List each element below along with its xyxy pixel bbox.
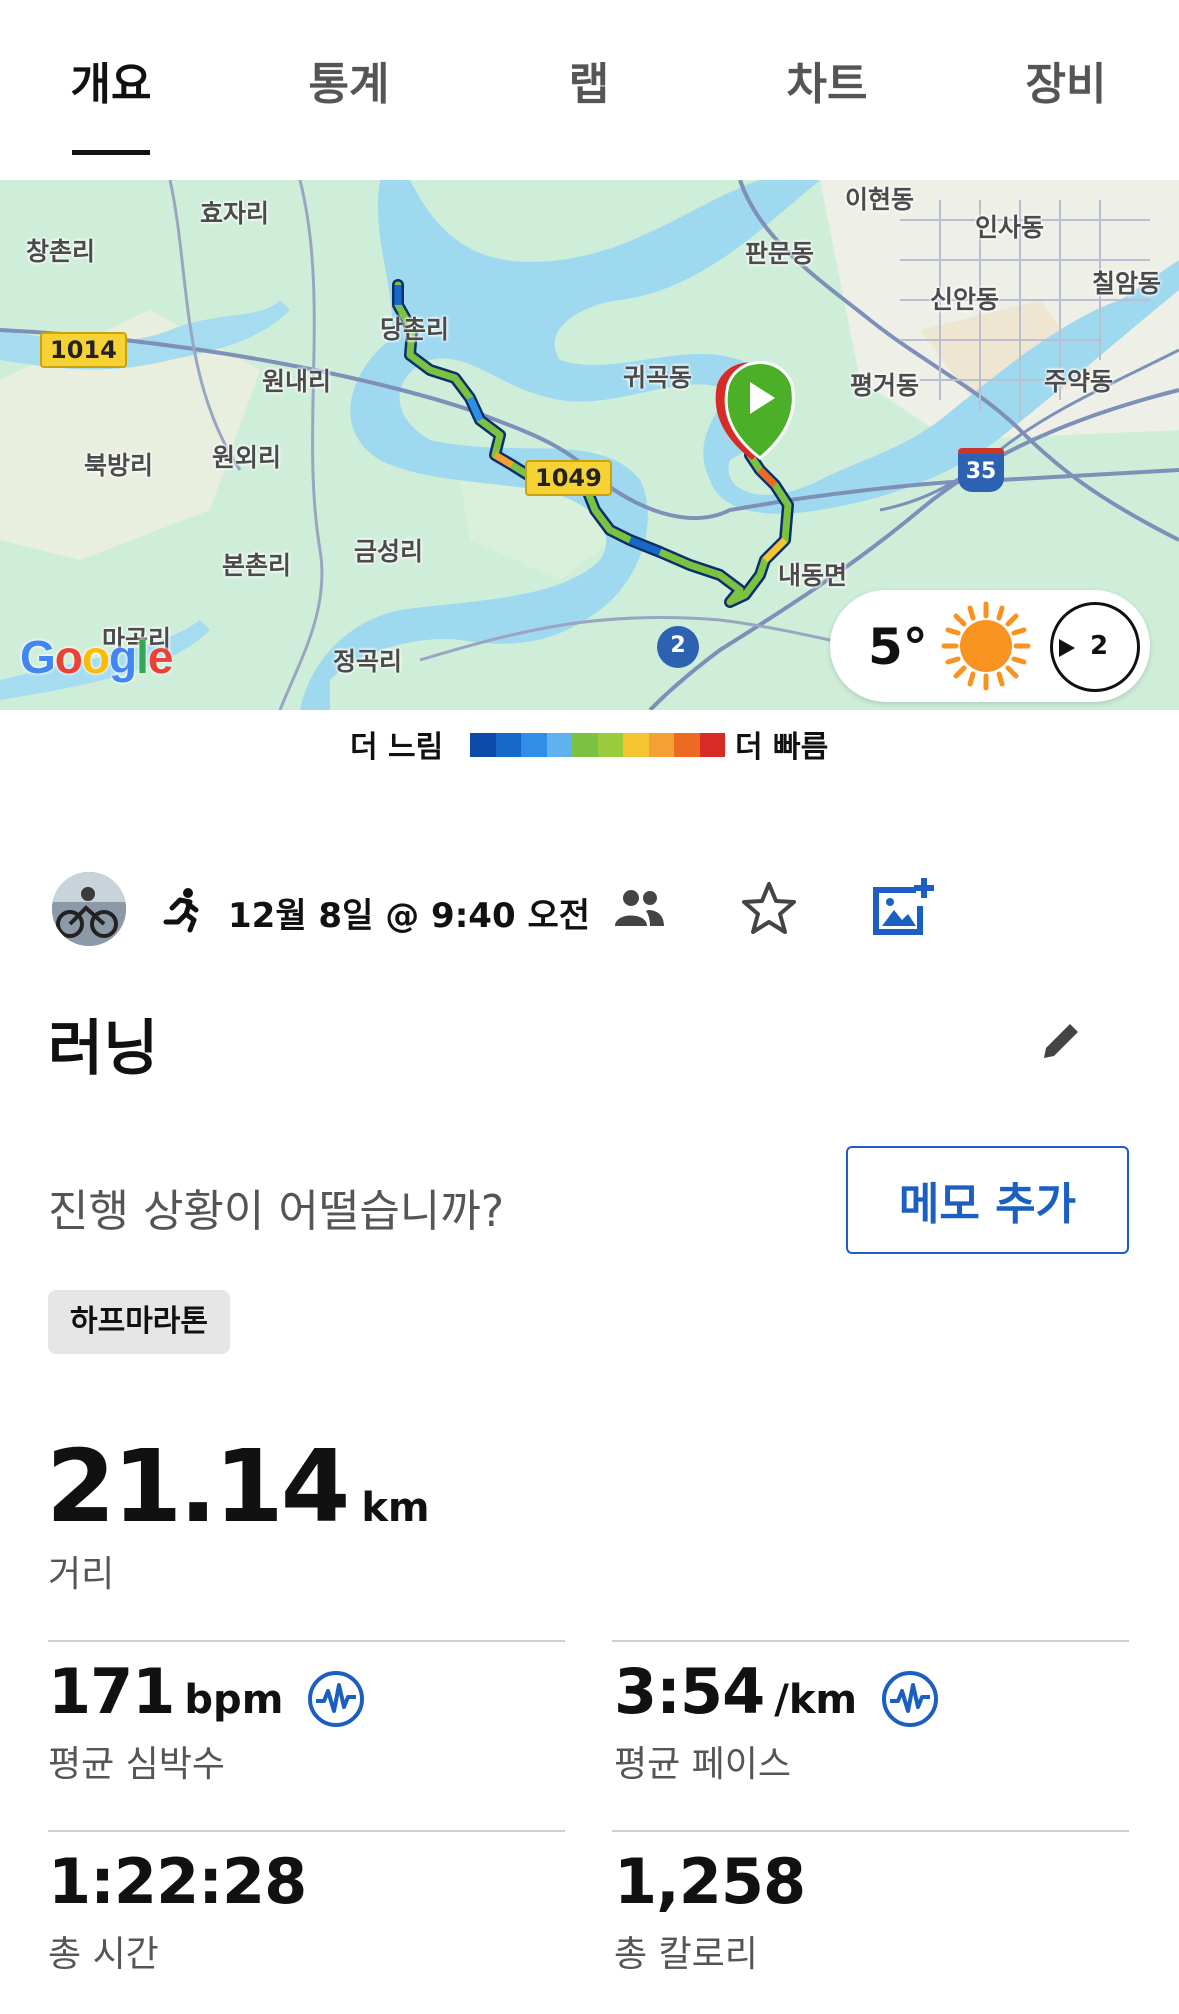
sun-icon [941, 601, 1031, 691]
map-place-label: 주약동 [1044, 367, 1114, 396]
running-icon [163, 888, 199, 933]
map-place-label: 평거동 [850, 371, 920, 400]
people-icon[interactable] [612, 888, 666, 928]
road-badge: 1049 [525, 460, 612, 496]
map-place-label: 칠암동 [1092, 269, 1162, 298]
avg-heart-rate: 171 bpm [48, 1655, 366, 1739]
legend-swatch [546, 733, 572, 757]
edit-icon[interactable] [1040, 1018, 1084, 1062]
legend-swatch [470, 733, 496, 757]
avg-pace-label: 평균 페이스 [614, 1744, 792, 1785]
route-map[interactable]: 이현동 인사동 칠암동 효자리 창촌리 판문동 신안동 당촌리 원내리 귀곡동 … [0, 180, 1179, 710]
map-place-label: 효자리 [200, 199, 270, 228]
pace-legend: 더 느림 더 빠름 [0, 722, 1179, 766]
map-place-label: 본촌리 [222, 551, 292, 580]
avg-heart-rate-label: 평균 심박수 [48, 1744, 226, 1785]
legend-fast-label: 더 빠름 [735, 730, 829, 765]
wind-icon: 2 [1050, 602, 1140, 692]
total-time-value: 1:22:28 [48, 1845, 307, 1918]
star-icon[interactable] [740, 880, 798, 938]
legend-swatch [521, 733, 547, 757]
weather-pill: 5° 2 [830, 590, 1150, 702]
heart-rate-info-icon[interactable] [306, 1669, 366, 1729]
map-place-label: 귀곡동 [623, 363, 693, 392]
wind-speed: 2 [1089, 631, 1109, 661]
legend-swatch [674, 733, 700, 757]
active-tab-indicator [72, 150, 150, 155]
total-time: 1:22:28 [48, 1845, 307, 1918]
add-photo-icon[interactable] [870, 876, 934, 940]
distance-label: 거리 [48, 1554, 115, 1595]
legend-slow-label: 더 느림 [350, 730, 444, 765]
activity-title: 러닝 [48, 1014, 159, 1084]
total-time-label: 총 시간 [48, 1934, 159, 1975]
avg-heart-rate-unit: bpm [184, 1677, 284, 1723]
tab-charts[interactable]: 차트 [787, 48, 868, 112]
activity-date: 12월 8일 @ 9:40 오전 [228, 896, 591, 936]
map-place-label: 금성리 [354, 537, 424, 566]
map-place-label: 정곡리 [333, 647, 403, 676]
map-place-label: 신안동 [930, 285, 1000, 314]
highway-shield: 35 [958, 448, 1004, 492]
distance-value: 21.14 km [46, 1428, 430, 1545]
map-place-label: 판문동 [745, 239, 815, 268]
tab-stats[interactable]: 통계 [309, 48, 390, 112]
map-place-label: 원내리 [262, 367, 332, 396]
map-place-label: 인사동 [975, 213, 1045, 242]
distance-unit: km [361, 1485, 430, 1531]
map-place-label: 내동면 [778, 561, 848, 590]
progress-prompt: 진행 상황이 어떨습니까? [48, 1186, 505, 1237]
divider [612, 1640, 1129, 1642]
highway-shield: 2 [657, 626, 699, 668]
pace-info-icon[interactable] [880, 1669, 940, 1729]
legend-swatch [699, 733, 725, 757]
tab-laps[interactable]: 랩 [569, 48, 609, 112]
total-calories-value: 1,258 [614, 1845, 806, 1918]
add-memo-button[interactable]: 메모 추가 [846, 1146, 1129, 1254]
tab-bar: 개요 통계 랩 차트 장비 [0, 0, 1179, 178]
tab-overview[interactable]: 개요 [71, 48, 152, 112]
road-badge: 1014 [40, 332, 127, 368]
avg-heart-rate-value: 171 [48, 1655, 175, 1728]
total-calories: 1,258 [614, 1845, 806, 1918]
legend-swatch [648, 733, 674, 757]
legend-swatch [572, 733, 598, 757]
legend-color-bar [470, 733, 725, 757]
map-place-label: 원외리 [212, 443, 282, 472]
legend-swatch [623, 733, 649, 757]
distance-number: 21.14 [46, 1428, 350, 1545]
total-calories-label: 총 칼로리 [614, 1934, 758, 1975]
divider [612, 1830, 1129, 1832]
map-place-label: 북방리 [84, 451, 154, 480]
avg-pace-unit: /km [774, 1677, 858, 1723]
activity-tag[interactable]: 하프마라톤 [48, 1290, 230, 1354]
temperature: 5° [868, 618, 928, 676]
google-logo: Google [20, 631, 173, 683]
divider [48, 1640, 565, 1642]
divider [48, 1830, 565, 1832]
tab-gear[interactable]: 장비 [1026, 48, 1107, 112]
legend-swatch [597, 733, 623, 757]
avg-pace-value: 3:54 [614, 1655, 765, 1728]
avatar[interactable] [52, 872, 126, 946]
legend-swatch [495, 733, 521, 757]
avg-pace: 3:54/km [614, 1655, 940, 1739]
map-place-label: 창촌리 [26, 237, 96, 266]
map-place-label: 이현동 [845, 185, 915, 214]
map-place-label: 당촌리 [380, 315, 450, 344]
